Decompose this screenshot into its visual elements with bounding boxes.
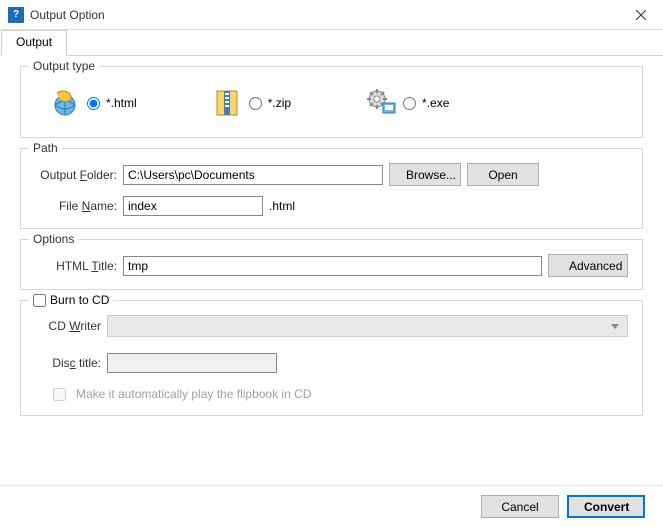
label-file-name: File Name: <box>35 199 117 213</box>
label-output-folder: Output Folder: <box>35 168 117 182</box>
html-icon <box>49 87 81 119</box>
label-exe: *.exe <box>422 96 449 110</box>
footer: Cancel Convert <box>0 485 663 527</box>
input-disc-title <box>107 353 277 373</box>
group-path: Path Output Folder: Browse... Open File … <box>20 148 643 229</box>
advanced-button[interactable]: Advanced <box>548 254 628 277</box>
label-burn: Burn to CD <box>50 293 109 307</box>
window-title: Output Option <box>30 8 618 22</box>
radio-html[interactable] <box>87 97 100 110</box>
checkbox-burn[interactable] <box>33 294 46 307</box>
checkbox-autoplay <box>53 388 66 401</box>
label-html: *.html <box>106 96 137 110</box>
radio-zip[interactable] <box>249 97 262 110</box>
group-options: Options HTML Title: Advanced <box>20 239 643 290</box>
input-file-name[interactable] <box>123 196 263 216</box>
label-zip: *.zip <box>268 96 291 110</box>
exe-icon <box>365 87 397 119</box>
tabbar: Output <box>0 30 663 56</box>
legend-options: Options <box>29 232 78 246</box>
group-output-type: Output type *.html *.zip *.exe <box>20 66 643 138</box>
titlebar: ? Output Option <box>0 0 663 30</box>
content: Output type *.html *.zip *.exe Path <box>0 56 663 434</box>
legend-path: Path <box>29 141 62 155</box>
combo-cd-writer <box>107 315 628 337</box>
label-disc-title: Disc title: <box>35 356 101 370</box>
input-html-title[interactable] <box>123 256 542 276</box>
radio-exe[interactable] <box>403 97 416 110</box>
label-autoplay: Make it automatically play the flipbook … <box>76 387 311 401</box>
group-burn: Burn to CD CD Writer Disc title: Make it… <box>20 300 643 416</box>
label-cd-writer: CD Writer <box>35 319 101 333</box>
tab-output[interactable]: Output <box>1 30 67 56</box>
close-button[interactable] <box>618 0 663 30</box>
cancel-button[interactable]: Cancel <box>481 495 559 518</box>
app-icon: ? <box>8 7 24 23</box>
close-icon <box>636 10 646 20</box>
convert-button[interactable]: Convert <box>567 495 645 518</box>
input-output-folder[interactable] <box>123 165 383 185</box>
label-html-title: HTML Title: <box>35 259 117 273</box>
label-ext: .html <box>269 199 295 213</box>
open-button[interactable]: Open <box>467 163 539 186</box>
zip-icon <box>211 87 243 119</box>
legend-burn: Burn to CD <box>29 293 113 307</box>
browse-button[interactable]: Browse... <box>389 163 461 186</box>
legend-output-type: Output type <box>29 59 99 73</box>
